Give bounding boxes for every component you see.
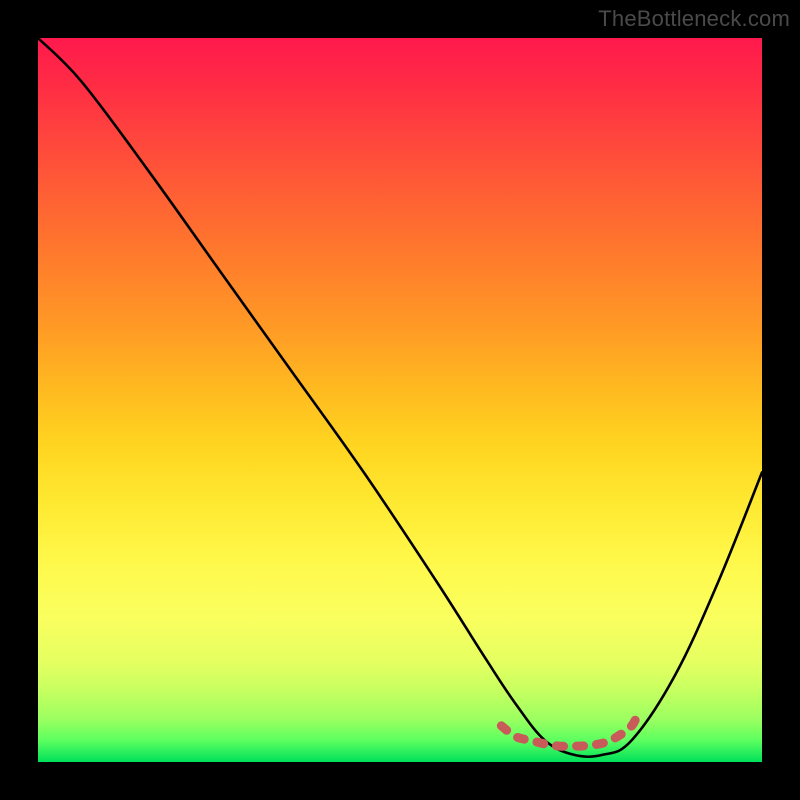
chart-svg bbox=[38, 38, 762, 762]
optimal-range-marker bbox=[501, 711, 639, 746]
watermark-text: TheBottleneck.com bbox=[598, 6, 790, 32]
chart-plot-area bbox=[38, 38, 762, 762]
chart-frame: TheBottleneck.com bbox=[0, 0, 800, 800]
bottleneck-curve-line bbox=[38, 38, 762, 757]
